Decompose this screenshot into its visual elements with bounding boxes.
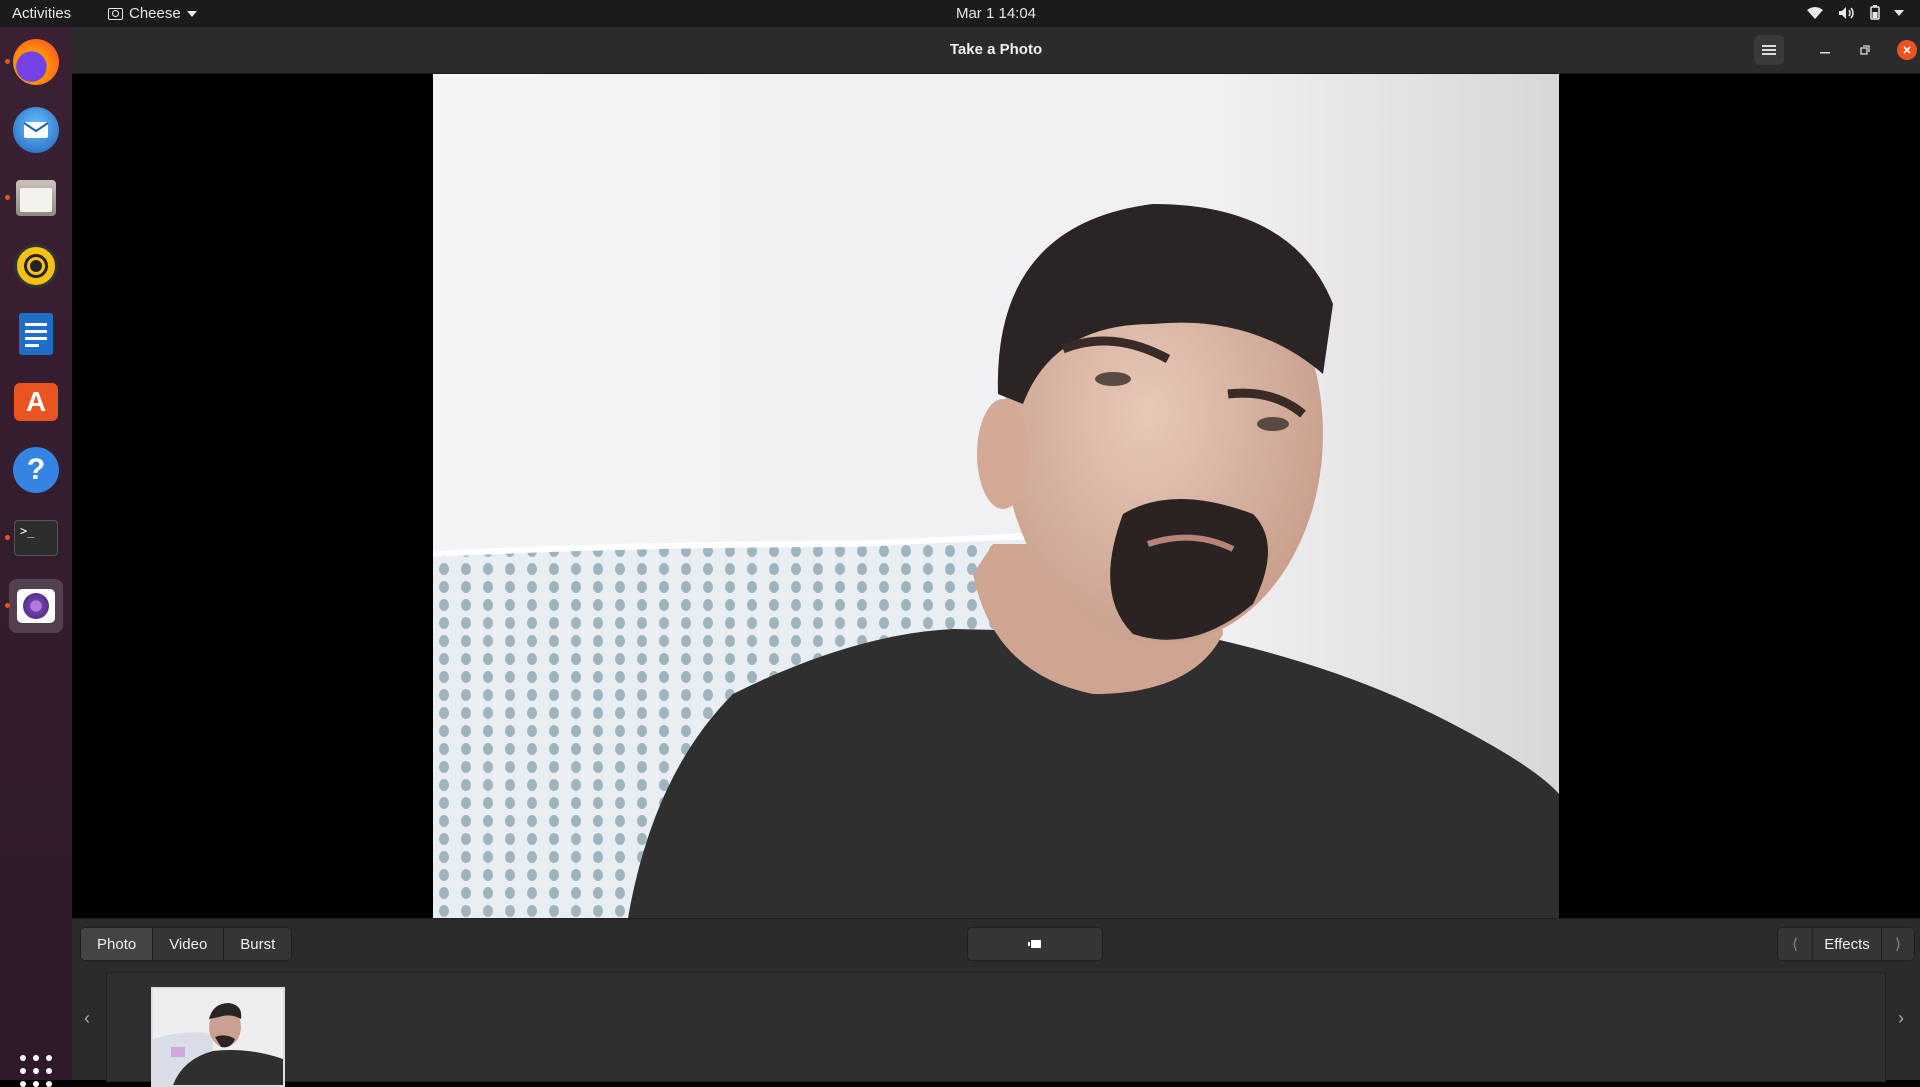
capture-controls: Photo Video Burst ⟨ Effects ⟩: [72, 918, 1920, 965]
status-area[interactable]: [1806, 5, 1904, 20]
effects-next-button[interactable]: ⟩: [1882, 928, 1914, 960]
clock[interactable]: Mar 1 14:04: [0, 5, 1920, 22]
video-mode-button[interactable]: Video: [153, 928, 225, 960]
app-grid-icon[interactable]: [20, 1055, 52, 1087]
photo-mode-button[interactable]: Photo: [81, 928, 154, 960]
rhythmbox-icon: [14, 244, 58, 288]
maximize-button[interactable]: [1850, 35, 1880, 65]
running-indicator: [5, 59, 10, 64]
thumbnail-strip[interactable]: [106, 972, 1886, 1087]
burst-mode-button[interactable]: Burst: [224, 928, 292, 960]
dock-item-firefox[interactable]: [5, 35, 63, 89]
help-icon: ?: [13, 447, 59, 493]
running-indicator: [5, 603, 10, 608]
thumbnail-bar: ‹ ›: [72, 964, 1920, 1087]
camera-shutter-icon: [1028, 940, 1041, 948]
thunderbird-icon: [13, 107, 59, 153]
writer-icon: [19, 313, 53, 355]
dock-item-files[interactable]: [5, 171, 63, 225]
dock-item-cheese[interactable]: [5, 579, 63, 633]
running-indicator: [5, 535, 10, 540]
dock-item-terminal[interactable]: >_: [5, 511, 63, 565]
files-icon: [16, 180, 56, 216]
photo-thumbnail[interactable]: [151, 987, 285, 1087]
window-title: Take a Photo: [949, 41, 1043, 58]
camera-viewport: [72, 74, 1920, 918]
wifi-icon: [1807, 6, 1823, 19]
thumb-scroll-right-icon[interactable]: ›: [1898, 1008, 1904, 1029]
dock-item-help[interactable]: ?: [9, 443, 63, 497]
camera-preview-image: [433, 74, 1559, 918]
battery-icon: [1870, 5, 1880, 20]
effects-button[interactable]: Effects: [1813, 928, 1882, 960]
top-bar: Activities Cheese Mar 1 14:04: [0, 0, 1920, 27]
close-button[interactable]: [1892, 35, 1920, 65]
minimize-icon: [1820, 52, 1830, 54]
maximize-icon: [1860, 45, 1870, 55]
dock-item-rhythmbox[interactable]: [9, 239, 63, 293]
effects-prev-button[interactable]: ⟨: [1778, 928, 1813, 960]
minimize-button[interactable]: [1810, 35, 1840, 65]
running-indicator: [5, 195, 10, 200]
take-photo-button[interactable]: [967, 927, 1103, 961]
close-icon: [1897, 40, 1917, 60]
header-bar: Take a Photo: [72, 27, 1920, 74]
volume-icon: [1839, 6, 1854, 19]
cheese-window: Take a Photo Photo Video Burst ⟨ Effects…: [72, 27, 1920, 1087]
cheese-icon: [17, 589, 55, 623]
dock-item-writer[interactable]: [9, 307, 63, 361]
mode-selector: Photo Video Burst: [80, 927, 293, 961]
thumb-scroll-left-icon[interactable]: ‹: [84, 1008, 90, 1029]
firefox-icon: [13, 39, 59, 85]
dock-item-software[interactable]: A: [9, 375, 63, 429]
menu-button[interactable]: [1754, 35, 1784, 65]
terminal-icon: >_: [14, 520, 58, 556]
dock-item-thunderbird[interactable]: [9, 103, 63, 157]
effects-controls: ⟨ Effects ⟩: [1777, 927, 1915, 961]
system-menu-icon: [1894, 9, 1904, 16]
software-icon: A: [14, 383, 58, 421]
menu-icon: [1762, 45, 1776, 55]
dock: A ? >_: [0, 27, 72, 1087]
